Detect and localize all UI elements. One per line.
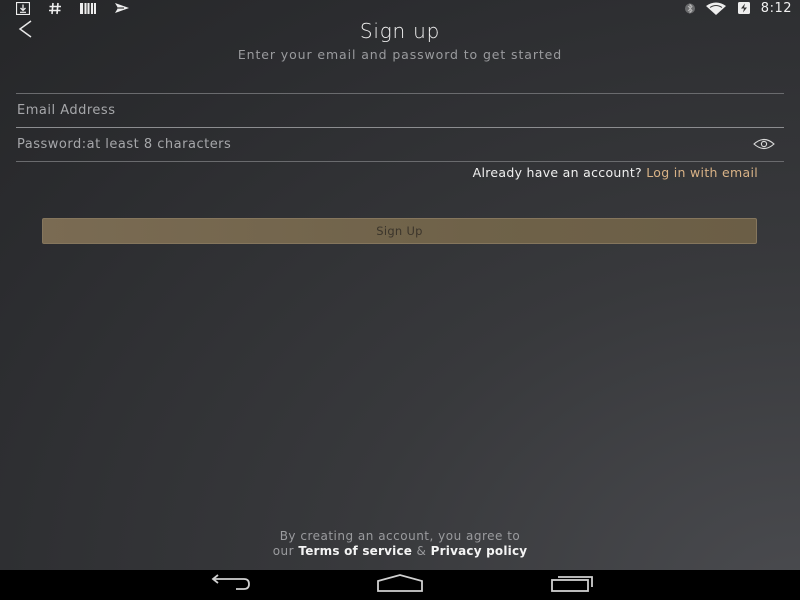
eye-icon — [753, 135, 775, 154]
email-input[interactable] — [16, 94, 784, 126]
legal-ampersand: & — [416, 544, 427, 558]
sign-up-button[interactable]: Sign Up — [42, 218, 757, 244]
barcode-notification-icon — [80, 2, 96, 14]
password-field[interactable] — [16, 128, 784, 160]
home-nav-icon — [375, 574, 425, 596]
navigation-bar — [0, 570, 800, 600]
login-row: Already have an account? Log in with ema… — [473, 165, 758, 180]
legal-line-2: our Terms of service & Privacy policy — [0, 544, 800, 559]
bluetooth-icon — [684, 2, 695, 15]
nav-recents-button[interactable] — [542, 574, 602, 596]
legal-prefix: our — [272, 544, 295, 558]
terms-of-service-link[interactable]: Terms of service — [298, 544, 412, 558]
page-title: Sign up — [359, 19, 441, 43]
login-with-email-link[interactable]: Log in with email — [646, 165, 758, 180]
nav-home-button[interactable] — [370, 574, 430, 596]
password-input[interactable] — [16, 128, 784, 160]
recents-nav-icon — [548, 574, 596, 596]
status-time: 8:12 — [760, 0, 792, 16]
legal-notice: By creating an account, you agree to our… — [0, 529, 800, 559]
signup-screen: 8:12 Sign up Enter your email and passwo… — [0, 0, 800, 600]
battery-charging-icon — [737, 1, 751, 15]
hash-notification-icon — [48, 2, 62, 15]
login-prompt: Already have an account? — [472, 165, 642, 180]
status-bar-system: 8:12 — [684, 0, 792, 16]
nav-back-button[interactable] — [199, 574, 259, 596]
send-notification-icon — [114, 2, 130, 14]
legal-line-1: By creating an account, you agree to — [279, 529, 521, 543]
page-subtitle: Enter your email and password to get sta… — [237, 47, 563, 62]
status-bar-notifications — [16, 1, 130, 15]
password-underline — [16, 161, 784, 162]
back-nav-icon — [206, 574, 252, 596]
status-bar: 8:12 — [0, 0, 800, 16]
password-visibility-toggle[interactable] — [752, 136, 776, 152]
download-notification-icon — [16, 1, 30, 15]
email-field[interactable] — [16, 94, 784, 126]
privacy-policy-link[interactable]: Privacy policy — [431, 544, 528, 558]
wifi-icon — [705, 2, 727, 15]
